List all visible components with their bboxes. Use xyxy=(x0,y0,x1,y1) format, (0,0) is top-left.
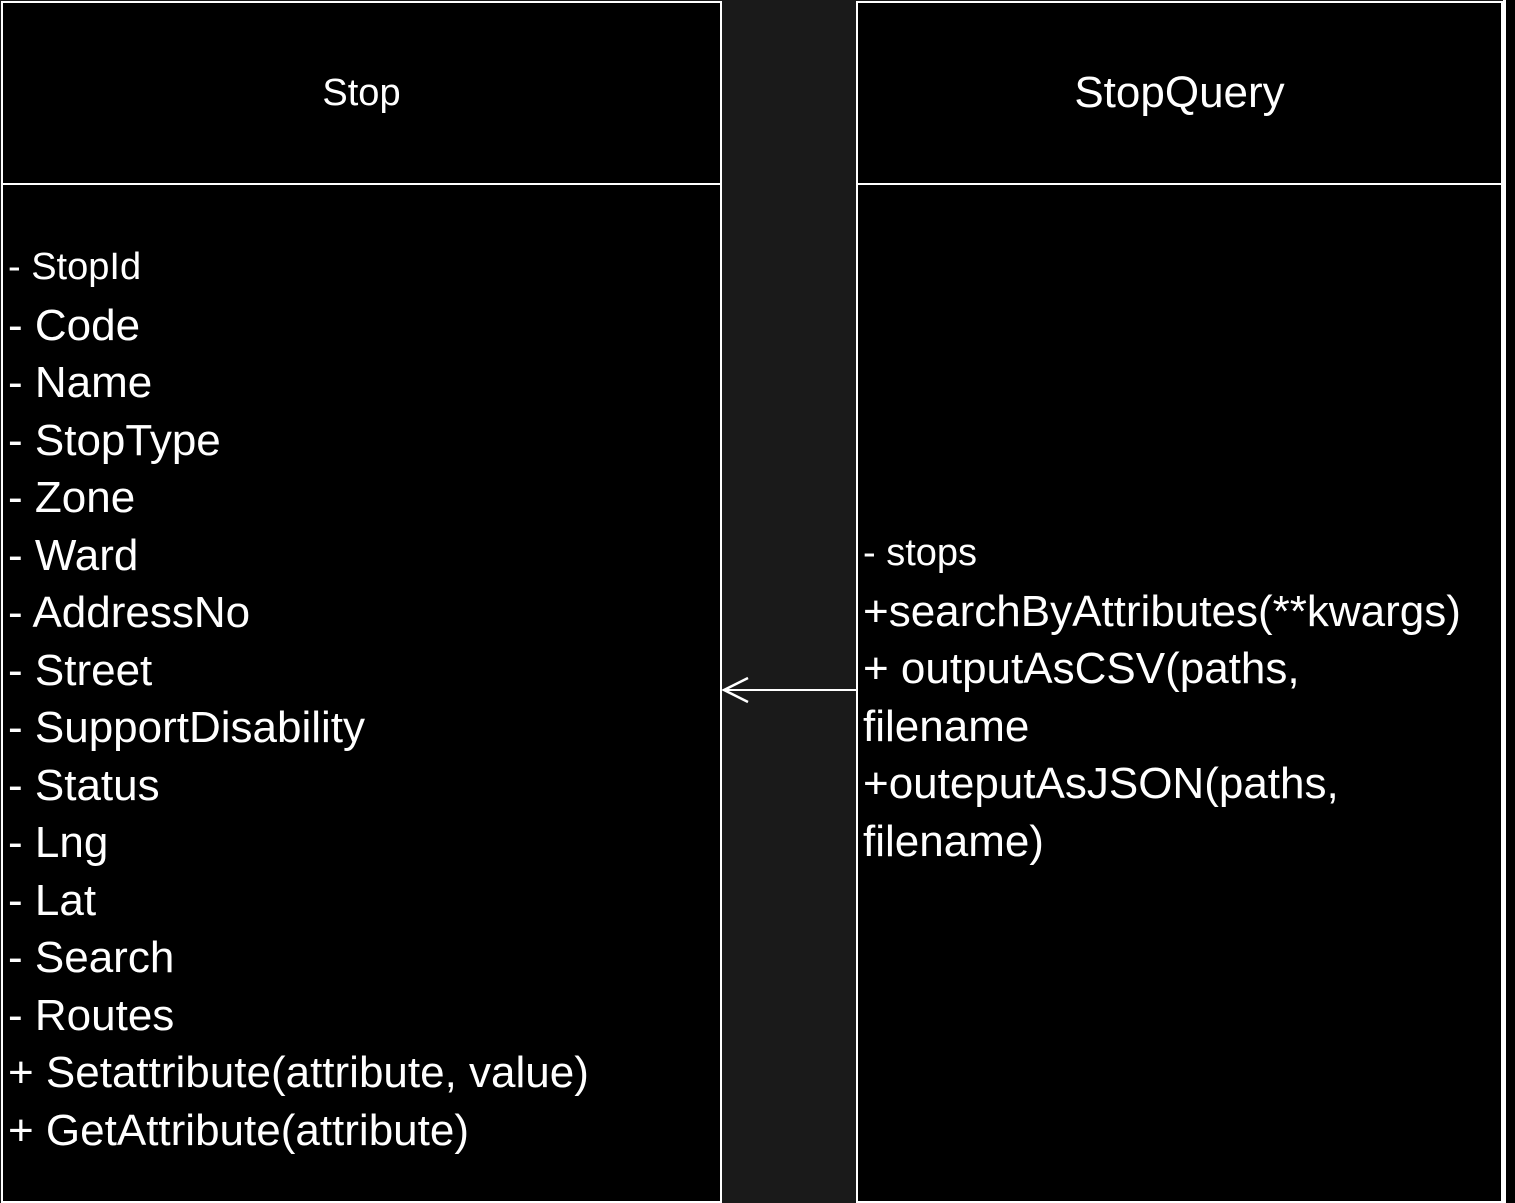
stopquery-method-outputascsv-cont: filename xyxy=(863,701,1030,751)
stopquery-method-outputascsv: + outputAsCSV(paths, xyxy=(863,644,1300,693)
stop-member-lng: - Lng xyxy=(8,818,109,867)
association-arrowhead xyxy=(721,676,749,704)
stop-member-status: - Status xyxy=(8,760,160,810)
stopquery-class-box[interactable]: StopQuery - stops +searchByAttributes(**… xyxy=(856,1,1503,1203)
stop-class-members: - StopId - Code - Name - StopType - Zone… xyxy=(8,239,589,1159)
stop-member-name: - Name xyxy=(8,358,153,407)
stopquery-class-header: StopQuery xyxy=(858,3,1501,185)
stopquery-method-outputasjson-cont: filename) xyxy=(863,816,1044,866)
stopquery-class-members: - stops +searchByAttributes(**kwargs) + … xyxy=(863,525,1461,870)
stopquery-method-searchbyattributes: +searchByAttributes(**kwargs) xyxy=(863,586,1461,636)
stop-member-ward: - Ward xyxy=(8,530,139,580)
stop-member-stoptype: - StopType xyxy=(8,415,221,465)
stop-class-box[interactable]: Stop - StopId - Code - Name - StopType -… xyxy=(1,1,722,1203)
stop-class-name: Stop xyxy=(322,71,401,114)
stop-class-header: Stop xyxy=(3,3,720,185)
stop-member-addressno: - AddressNo xyxy=(8,588,251,637)
stop-member-stopid: - StopId xyxy=(8,246,142,288)
stop-member-zone: - Zone xyxy=(8,473,136,522)
stopquery-member-stops: - stops xyxy=(863,532,978,574)
stopquery-method-outputasjson: +outeputAsJSON(paths, xyxy=(863,759,1339,808)
stopquery-class-name: StopQuery xyxy=(1074,68,1285,117)
stop-member-lat: - Lat xyxy=(8,875,97,925)
stop-member-street: - Street xyxy=(8,645,153,695)
stop-member-supportdisability: - SupportDisability xyxy=(8,703,366,752)
stop-member-routes: - Routes xyxy=(8,990,175,1040)
stop-method-getattribute: + GetAttribute(attribute) xyxy=(8,1105,469,1155)
diagram-edge-gap xyxy=(1506,0,1515,1203)
stop-member-search: - Search xyxy=(8,933,175,982)
stop-member-code: - Code xyxy=(8,300,141,350)
stop-method-setattribute: + Setattribute(attribute, value) xyxy=(8,1048,589,1097)
